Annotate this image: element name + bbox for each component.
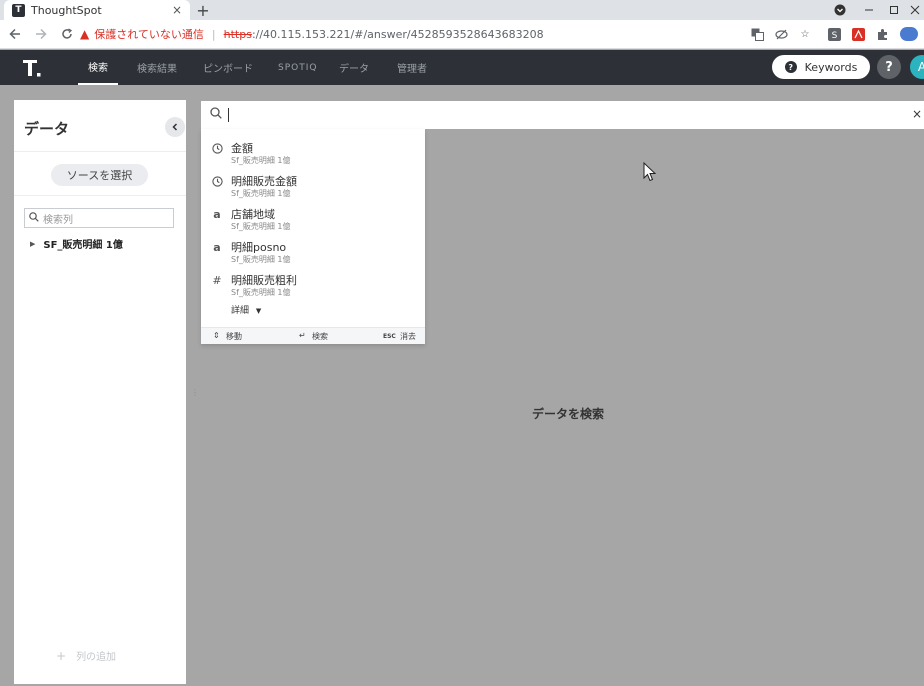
suggestion-item[interactable]: # 明細販売粗利 Sf_販売明細 1億 (201, 269, 425, 301)
dropdown-footer: ⇕ 移動 ↵ 検索 ESC 消去 (201, 327, 425, 344)
tab-title: ThoughtSpot (31, 3, 102, 17)
add-column-button[interactable]: + 列の追加 (56, 648, 117, 664)
search-bar[interactable]: × (201, 101, 924, 129)
source-name: SF_販売明細 1億 (43, 240, 123, 251)
suggestion-source: Sf_販売明細 1億 (231, 222, 291, 231)
new-tab-button[interactable]: + (194, 1, 212, 20)
search-icon (29, 211, 39, 225)
suggestion-name: 明細販売粗利 (231, 274, 297, 287)
browser-tab[interactable]: T ThoughtSpot × (4, 0, 190, 20)
forward-icon[interactable] (30, 23, 52, 45)
suggestion-name: 明細販売金額 (231, 175, 297, 188)
more-suggestions-link[interactable]: 詳細 ▼ (231, 303, 261, 316)
eye-slash-icon[interactable] (774, 27, 788, 41)
divider (14, 195, 186, 196)
suggestion-name: 店舗地域 (231, 208, 275, 221)
warning-icon: ▲ (80, 27, 90, 41)
data-panel-title: データ (24, 120, 70, 138)
nav-search[interactable]: 検索 (78, 50, 118, 85)
address-bar[interactable]: ▲ 保護されていない通信 | https ://40.115.153.221/#… (80, 23, 760, 45)
suggestion-item[interactable]: 金額 Sf_販売明細 1億 (201, 137, 425, 169)
thoughtspot-favicon-icon: T (12, 3, 25, 17)
extension-s-icon[interactable]: S (827, 27, 841, 41)
suggestion-item[interactable]: 明細販売金額 Sf_販売明細 1億 (201, 170, 425, 202)
nav-data[interactable]: データ (339, 50, 369, 85)
more-label: 詳細 (231, 306, 250, 316)
measure-icon: # (212, 273, 222, 287)
enter-key-icon: ↵ (299, 331, 306, 340)
security-warning[interactable]: 保護されていない通信 (94, 26, 204, 42)
profile-avatar-icon[interactable] (899, 27, 919, 41)
question-icon: ? (784, 61, 797, 73)
keywords-button[interactable]: ? Keywords (772, 55, 870, 79)
collapse-panel-chevron-left-icon[interactable] (165, 117, 185, 137)
url-scheme: https (223, 27, 252, 41)
thoughtspot-logo-icon[interactable] (20, 56, 44, 80)
extension-area: ☆ S (745, 23, 924, 45)
footer-clear-label: 消去 (400, 332, 416, 341)
text-attribute-icon: a (213, 207, 221, 221)
browser-toolbar: ▲ 保護されていない通信 | https ://40.115.153.221/#… (0, 20, 924, 49)
panel-resize-handle[interactable]: ⋮ (191, 388, 199, 397)
minimize-icon[interactable] (860, 0, 878, 20)
empty-state-message: データを検索 (532, 407, 605, 421)
suggestion-item[interactable]: a 店舗地域 Sf_販売明細 1億 (201, 203, 425, 235)
column-search-placeholder: 検索列 (43, 214, 73, 226)
suggestion-item[interactable]: a 明細posno Sf_販売明細 1億 (201, 236, 425, 268)
tab-close-icon[interactable]: × (172, 3, 182, 17)
nav-pinboards[interactable]: ピンボード (203, 50, 253, 85)
suggestion-source: Sf_販売明細 1億 (231, 255, 291, 264)
profile-menu-icon[interactable] (833, 0, 847, 20)
nav-spotiq[interactable]: SPOTIQ (278, 50, 317, 85)
nav-answers[interactable]: 検索結果 (137, 50, 177, 85)
source-tree-item[interactable]: ▶ SF_販売明細 1億 (30, 236, 123, 252)
clock-icon (211, 142, 223, 154)
footer-search-label: 検索 (312, 332, 328, 341)
caret-right-icon[interactable]: ▶ (30, 240, 35, 248)
user-avatar[interactable]: A (910, 55, 924, 79)
column-search-input[interactable]: 検索列 (24, 208, 174, 228)
footer-move-label: 移動 (226, 332, 242, 341)
clock-icon (211, 175, 223, 187)
data-panel: データ ソースを選択 検索列 ▶ SF_販売明細 1億 + 列の追加 (14, 100, 186, 684)
text-attribute-icon: a (213, 240, 221, 254)
browser-tab-strip: T ThoughtSpot × + (0, 0, 924, 20)
up-down-arrows-icon: ⇕ (213, 331, 220, 340)
bookmark-star-icon[interactable]: ☆ (798, 27, 812, 41)
pdf-extension-icon[interactable] (851, 27, 865, 41)
suggestion-name: 明細posno (231, 241, 287, 254)
search-icon (210, 107, 222, 123)
maximize-icon[interactable] (885, 0, 903, 20)
reload-icon[interactable] (56, 23, 78, 45)
divider (14, 151, 186, 152)
keywords-label: Keywords (804, 60, 858, 74)
back-icon[interactable] (4, 23, 26, 45)
suggestion-source: Sf_販売明細 1億 (231, 288, 291, 297)
omnibox-divider: | (211, 27, 216, 41)
search-suggestions-dropdown: 金額 Sf_販売明細 1億 明細販売金額 Sf_販売明細 1億 a 店舗地域 S… (201, 129, 425, 344)
app-navigation: 検索 検索結果 ピンボード SPOTIQ データ 管理者 ? Keywords … (0, 50, 924, 85)
window-close-icon[interactable] (906, 0, 924, 20)
help-button[interactable]: ? (877, 55, 901, 79)
caret-down-icon: ▼ (255, 307, 262, 315)
add-column-label: 列の追加 (76, 652, 117, 663)
plus-icon: + (56, 648, 67, 663)
url-path: ://40.115.153.221/#/answer/4528593528643… (251, 27, 544, 41)
nav-admin[interactable]: 管理者 (397, 50, 427, 85)
mouse-pointer-icon (643, 161, 657, 185)
svg-text:S: S (831, 31, 837, 41)
suggestion-name: 金額 (231, 142, 253, 155)
suggestion-source: Sf_販売明細 1億 (231, 189, 291, 198)
text-caret (228, 108, 229, 122)
esc-key-label: ESC (383, 333, 396, 340)
suggestion-source: Sf_販売明細 1億 (231, 156, 291, 165)
select-source-button[interactable]: ソースを選択 (51, 164, 148, 186)
extensions-puzzle-icon[interactable] (875, 27, 889, 41)
translate-icon[interactable] (750, 27, 764, 41)
clear-search-icon[interactable]: × (912, 107, 922, 121)
